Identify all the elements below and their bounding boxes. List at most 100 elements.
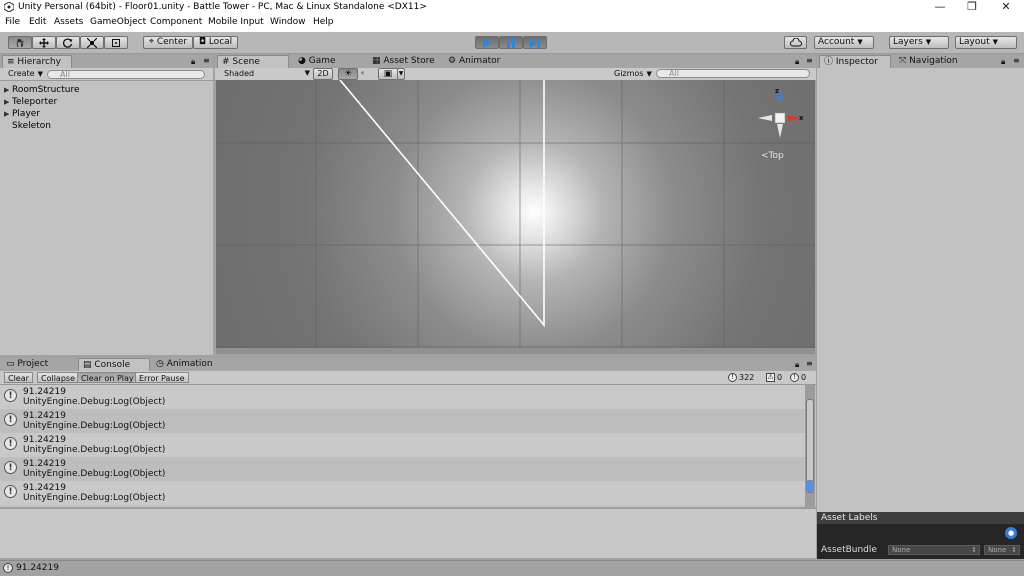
tab-scene[interactable]: # Scene bbox=[217, 55, 289, 68]
menu-edit[interactable]: Edit bbox=[29, 17, 46, 27]
mode-2d-toggle[interactable]: 2D bbox=[313, 68, 333, 80]
tab-project[interactable]: ▭ Project bbox=[2, 358, 74, 371]
expand-arrow-icon[interactable]: ▶ bbox=[4, 98, 12, 106]
console-entry[interactable]: ! 91.24219 UnityEngine.Debug:Log(Object) bbox=[0, 457, 805, 481]
hand-tool-button[interactable] bbox=[8, 36, 32, 49]
menu-window[interactable]: Window bbox=[270, 17, 306, 27]
cube-icon: ◘ bbox=[198, 37, 206, 47]
console-entry[interactable]: ! 91.24219 UnityEngine.Debug:Log(Object) bbox=[0, 433, 805, 457]
tab-navigation[interactable]: ⤧ Navigation bbox=[895, 55, 975, 68]
hierarchy-search-input[interactable]: All bbox=[47, 70, 205, 79]
tab-game-label: Game bbox=[308, 56, 336, 66]
layout-dropdown[interactable]: Layout ▼ bbox=[955, 36, 1017, 49]
collapse-button[interactable]: Collapse bbox=[37, 372, 79, 383]
tag-icon[interactable]: ● bbox=[1005, 527, 1017, 539]
expand-arrow-icon[interactable]: ▶ bbox=[4, 86, 12, 94]
hierarchy-item-player[interactable]: ▶ Player bbox=[4, 109, 40, 119]
info-icon: ! bbox=[4, 461, 17, 474]
hierarchy-item-label: RoomStructure bbox=[12, 85, 80, 95]
hierarchy-item-skeleton[interactable]: Skeleton bbox=[4, 121, 51, 131]
lock-icon[interactable]: 🔒︎ bbox=[191, 57, 195, 67]
panel-menu-icon[interactable]: ≡ bbox=[203, 56, 210, 65]
asset-bundle-dropdown[interactable]: None ⇕ bbox=[888, 545, 980, 555]
gizmo-bottom-cone[interactable] bbox=[777, 124, 783, 138]
asset-variant-dropdown[interactable]: None ⇕ bbox=[984, 545, 1020, 555]
clear-on-play-toggle[interactable]: Clear on Play bbox=[77, 372, 138, 383]
tab-console[interactable]: ▤ Console bbox=[78, 358, 150, 371]
move-tool-button[interactable] bbox=[32, 36, 56, 49]
info-icon: ! bbox=[4, 413, 17, 426]
rotate-tool-button[interactable] bbox=[56, 36, 80, 49]
log-count-toggle[interactable]: ! 322 bbox=[728, 372, 754, 383]
error-pause-toggle[interactable]: Error Pause bbox=[135, 372, 189, 383]
space-local-toggle[interactable]: ◘ Local bbox=[193, 36, 238, 49]
panel-menu-icon[interactable]: ≡ bbox=[806, 359, 813, 368]
menu-file[interactable]: File bbox=[5, 17, 20, 27]
lock-icon[interactable]: 🔒︎ bbox=[1001, 57, 1005, 67]
scene-object-outline[interactable] bbox=[339, 80, 545, 328]
console-entry[interactable]: ! 91.24219 UnityEngine.Debug:Log(Object) bbox=[0, 409, 805, 433]
view-projection-label[interactable]: <Top bbox=[761, 151, 784, 161]
gizmos-dropdown[interactable]: Gizmos ▼ bbox=[614, 69, 652, 78]
status-bar[interactable]: ! 91.24219 bbox=[0, 560, 1024, 576]
chevron-down-icon: ▼ bbox=[646, 70, 652, 78]
scene-scrollbar[interactable] bbox=[216, 348, 815, 354]
tab-animation[interactable]: ◷ Animation bbox=[152, 358, 224, 371]
pivot-center-toggle[interactable]: ⌖ Center bbox=[143, 36, 193, 49]
menu-assets[interactable]: Assets bbox=[54, 17, 83, 27]
tab-inspector[interactable]: ⓘ Inspector bbox=[819, 55, 891, 68]
console-scrollbar-handle[interactable] bbox=[806, 480, 814, 492]
menu-help[interactable]: Help bbox=[313, 17, 334, 27]
scene-viewport[interactable]: z x <Top bbox=[216, 80, 815, 354]
gizmo-left-cone[interactable] bbox=[758, 115, 772, 121]
collab-cloud-button[interactable] bbox=[784, 36, 807, 49]
account-dropdown[interactable]: Account ▼ bbox=[814, 36, 874, 49]
lock-icon[interactable]: 🔒︎ bbox=[795, 57, 799, 67]
panel-menu-icon[interactable]: ≡ bbox=[1013, 56, 1020, 65]
maximize-button[interactable]: ❐ bbox=[956, 0, 988, 15]
close-button[interactable]: ✕ bbox=[990, 0, 1022, 15]
lock-icon[interactable]: 🔒︎ bbox=[795, 360, 799, 370]
panel-menu-icon[interactable]: ≡ bbox=[806, 56, 813, 65]
expand-arrow-icon[interactable]: ▶ bbox=[4, 110, 12, 118]
rect-tool-button[interactable] bbox=[104, 36, 128, 49]
chevron-down-icon: ▼ bbox=[304, 69, 310, 77]
menu-mobile-input[interactable]: Mobile Input bbox=[208, 17, 264, 27]
menu-component[interactable]: Component bbox=[150, 17, 202, 27]
animation-icon: ◷ bbox=[156, 359, 164, 369]
gizmo-center-cube[interactable] bbox=[774, 112, 786, 124]
console-entry-value: 91.24219 bbox=[23, 459, 66, 469]
console-entry[interactable]: ! 91.24219 UnityEngine.Debug:Log(Object) bbox=[0, 481, 805, 505]
tab-navigation-label: Navigation bbox=[909, 56, 958, 66]
menu-gameobject[interactable]: GameObject bbox=[90, 17, 146, 27]
console-scrollbar-thumb[interactable] bbox=[806, 399, 814, 493]
tab-animator[interactable]: ⚙ Animator bbox=[444, 55, 514, 68]
hierarchy-item-roomstructure[interactable]: ▶ RoomStructure bbox=[4, 85, 80, 95]
scene-search-input[interactable]: All bbox=[656, 69, 810, 78]
hierarchy-item-teleporter[interactable]: ▶ Teleporter bbox=[4, 97, 57, 107]
layers-dropdown[interactable]: Layers ▼ bbox=[889, 36, 949, 49]
effects-toggle[interactable]: ▣ bbox=[378, 68, 398, 80]
chevron-down-icon: ▼ bbox=[925, 38, 932, 46]
warning-count-toggle[interactable]: ⚠ 0 bbox=[766, 372, 782, 383]
play-button[interactable] bbox=[475, 36, 499, 49]
pause-button[interactable] bbox=[499, 36, 523, 49]
create-dropdown[interactable]: Create ▼ bbox=[8, 69, 43, 78]
scene-lighting-toggle[interactable]: ☀ bbox=[338, 68, 358, 80]
tab-game[interactable]: ◕ Game bbox=[294, 55, 364, 68]
shading-mode-dropdown[interactable]: Shaded ▼ bbox=[224, 69, 310, 78]
error-count: 0 bbox=[801, 373, 807, 382]
clear-button[interactable]: Clear bbox=[4, 372, 33, 383]
step-button[interactable] bbox=[523, 36, 547, 49]
console-entry-source: UnityEngine.Debug:Log(Object) bbox=[23, 445, 166, 455]
effects-dropdown[interactable]: ▼ bbox=[397, 68, 405, 80]
scale-tool-button[interactable] bbox=[80, 36, 104, 49]
audio-icon[interactable]: 🔈︎ bbox=[361, 68, 366, 78]
chevron-updown-icon: ⇕ bbox=[971, 546, 977, 554]
tab-hierarchy[interactable]: ≡ Hierarchy bbox=[2, 55, 72, 68]
store-icon: ▦ bbox=[372, 56, 381, 66]
minimize-button[interactable]: — bbox=[924, 0, 956, 15]
error-count-toggle[interactable]: ! 0 bbox=[790, 372, 806, 383]
console-entry[interactable]: ! 91.24219 UnityEngine.Debug:Log(Object) bbox=[0, 385, 805, 409]
tab-asset-store[interactable]: ▦ Asset Store bbox=[368, 55, 440, 68]
